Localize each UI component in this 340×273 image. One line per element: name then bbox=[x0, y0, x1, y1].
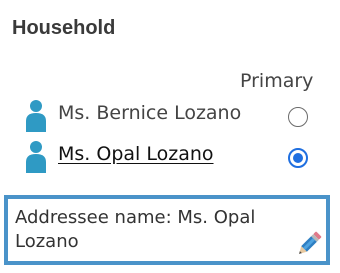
person-icon bbox=[24, 99, 48, 133]
addressee-name-text: Addressee name: Ms. Opal Lozano bbox=[15, 207, 256, 252]
addressee-field[interactable]: Addressee name: Ms. Opal Lozano bbox=[4, 195, 330, 265]
primary-column-header: Primary bbox=[240, 70, 314, 92]
pencil-icon[interactable] bbox=[294, 229, 324, 259]
household-title: Household bbox=[12, 17, 116, 39]
member-name-link[interactable]: Ms. Bernice Lozano bbox=[58, 102, 241, 124]
primary-radio-selected[interactable] bbox=[288, 148, 308, 168]
household-member-row: Ms. Bernice Lozano bbox=[24, 99, 324, 133]
person-icon bbox=[24, 140, 48, 174]
household-member-row: Ms. Opal Lozano bbox=[24, 140, 324, 174]
primary-radio[interactable] bbox=[288, 107, 308, 127]
member-name-link[interactable]: Ms. Opal Lozano bbox=[58, 143, 214, 165]
